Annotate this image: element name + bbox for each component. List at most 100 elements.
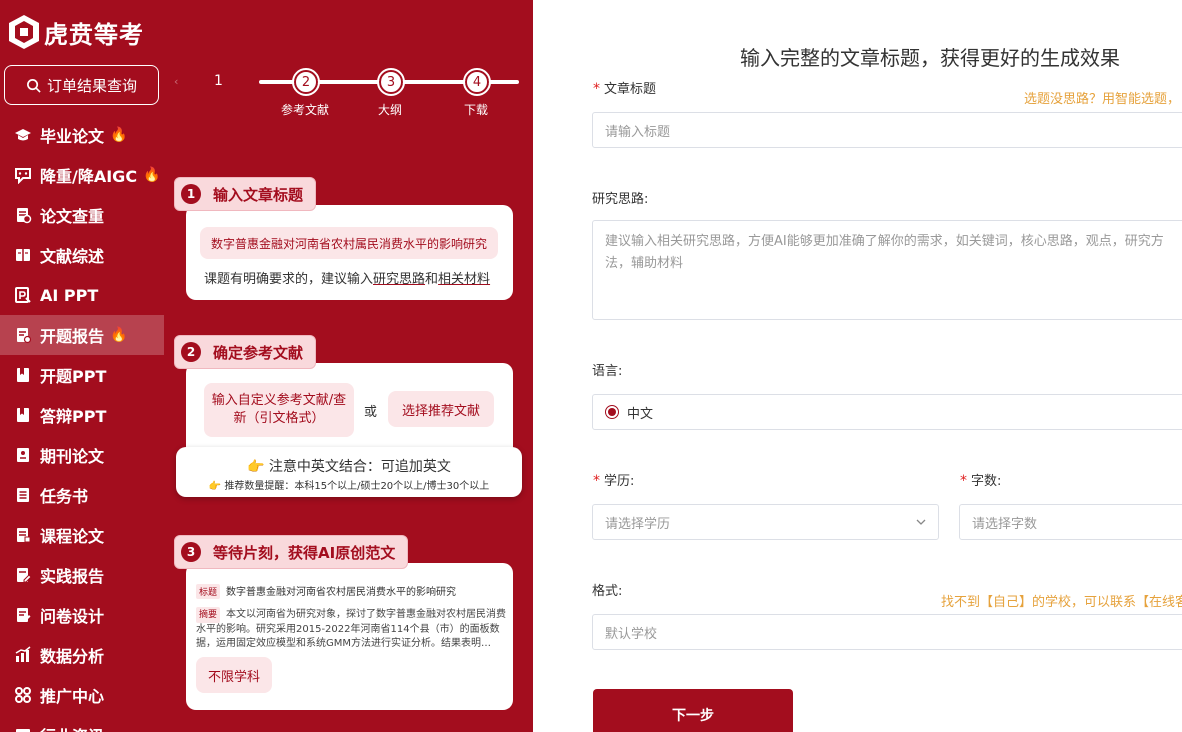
news-icon <box>14 726 32 732</box>
step-progress: ‹ 1 2 3 4 参考文献 大纲 下载 <box>164 68 533 120</box>
card1-note: 课题有明确要求的，建议输入研究思路和相关材料 <box>204 268 490 287</box>
word-count-select[interactable]: 请选择字数 <box>959 504 1182 540</box>
or-text: 或 <box>364 405 378 420</box>
card1-note-and: 和 <box>425 272 439 287</box>
bookmark-icon <box>14 406 32 424</box>
step-number-badge: 1 <box>181 184 201 204</box>
education-label-text: 学历: <box>604 474 635 489</box>
format-input[interactable]: 默认学校 <box>592 614 1182 650</box>
radio-selected-icon <box>605 405 619 419</box>
guide-card-3: 标题 数字普惠金融对河南省农村居民消费水平的影响研究 摘要 本文以河南省为研究对象，… <box>186 563 513 710</box>
fire-icon: 🔥 <box>110 327 128 343</box>
form-heading: 输入完整的文章标题，获得更好的生成效果 <box>740 46 1120 70</box>
word-count-label: * 字数: <box>960 470 1001 489</box>
sidebar-item-journal-paper[interactable]: 期刊论文 <box>0 435 164 475</box>
chevron-down-icon <box>916 519 926 525</box>
title-label-text: 文章标题 <box>604 82 657 97</box>
step-4-label: 下载 <box>463 103 488 117</box>
sidebar-item-course-paper[interactable]: 课程论文 <box>0 515 164 555</box>
guide-card-3-title: 3 等待片刻，获得AI原创范文 <box>174 535 409 569</box>
logo-icon <box>9 15 39 49</box>
education-label: * 学历: <box>593 470 634 489</box>
sample-title-row: 标题 数字普惠金融对河南省农村居民消费水平的影响研究 <box>196 583 456 599</box>
abstract-tag: 摘要 <box>196 607 221 623</box>
tip-subtitle: 👉 推荐数量提醒：本科15个以上/硕士20个以上/博士30个以上 <box>208 481 490 492</box>
sidebar-item-industry-news[interactable]: 行业资讯 <box>0 715 164 732</box>
fire-icon: 🔥 <box>110 127 128 143</box>
language-option-chinese[interactable]: 中文 <box>592 394 1182 430</box>
school-contact-hint[interactable]: 找不到【自己】的学校，可以联系【在线客服】 <box>941 591 1182 610</box>
sidebar-item-plagiarism-check[interactable]: 论文查重 <box>0 195 164 235</box>
sidebar-item-label: 数据分析 <box>40 647 105 666</box>
sidebar-nav: 毕业论文 🔥 降重/降AIGC 🔥 论文查重 文献综述 AI PPT 开题报告 … <box>0 115 164 732</box>
sidebar-item-promotion-center[interactable]: 推广中心 <box>0 675 164 715</box>
sidebar-item-label: 开题报告 <box>40 327 105 346</box>
journal-icon <box>14 446 32 464</box>
language-label: 语言: <box>592 364 623 379</box>
education-select[interactable]: 请选择学历 <box>592 504 939 540</box>
sidebar-item-defense-ppt[interactable]: 答辩PPT <box>0 395 164 435</box>
guide-card-1: 数字普惠金融对河南省农村属民消费水平的影响研究 课题有明确要求的，建议输入研究思… <box>186 205 513 300</box>
card1-note-link1: 研究思路 <box>373 272 426 287</box>
idea-label: 研究思路: <box>592 192 649 207</box>
order-query-button[interactable]: 订单结果查询 <box>4 65 159 105</box>
survey-icon <box>14 606 32 624</box>
title-input[interactable]: 请输入标题 <box>592 112 1182 148</box>
guide-card-2: 输入自定义参考文献/查新（引文格式） 或 选择推荐文献 <box>186 363 513 458</box>
subject-pill: 不限学科 <box>196 657 272 693</box>
tip-title: 👉 注意中英文结合：可追加英文 <box>247 459 451 475</box>
sidebar-item-label: 期刊论文 <box>40 447 105 466</box>
idea-textarea[interactable]: 建议输入相关研究思路，方便AI能够更加准确了解你的需求，如关键词，核心思路，观点… <box>592 220 1182 320</box>
edit-doc-icon <box>14 566 32 584</box>
grid-icon <box>14 686 32 704</box>
sidebar-item-graduation-thesis[interactable]: 毕业论文 🔥 <box>0 115 164 155</box>
sidebar-item-dedup[interactable]: 降重/降AIGC 🔥 <box>0 155 164 195</box>
main-form: 输入完整的文章标题，获得更好的生成效果 * 文章标题 选题没思路？用智能选题， 请… <box>533 0 1182 732</box>
sidebar-item-label: 降重/降AIGC <box>40 167 138 186</box>
step-number-badge: 3 <box>181 542 201 562</box>
report-icon <box>14 326 32 344</box>
language-value: 中文 <box>627 406 654 422</box>
recommended-reference-pill: 选择推荐文献 <box>388 391 494 427</box>
card1-note-prefix: 课题有明确要求的，建议输入 <box>204 272 374 287</box>
next-step-button[interactable]: 下一步 <box>593 689 793 732</box>
card1-note-link2: 相关材料 <box>438 272 491 287</box>
required-mark: * <box>593 473 600 489</box>
sidebar-item-proposal-report[interactable]: 开题报告 🔥 <box>0 315 164 355</box>
example-title-pill: 数字普惠金融对河南省农村属民消费水平的影响研究 <box>200 227 498 259</box>
search-icon <box>27 78 41 93</box>
sidebar-item-survey-design[interactable]: 问卷设计 <box>0 595 164 635</box>
brand-name: 虎贲等考 <box>44 19 144 49</box>
format-label: 格式: <box>592 584 623 599</box>
sample-abstract: 摘要 本文以河南省为研究对象，探讨了数字普惠金融对农村居民消费水平的影响。研究采用… <box>196 607 506 651</box>
sidebar-item-proposal-ppt[interactable]: 开题PPT <box>0 355 164 395</box>
step-3[interactable]: 3 <box>377 68 405 96</box>
step-4[interactable]: 4 <box>463 68 491 96</box>
chart-icon <box>14 646 32 664</box>
fire-icon: 🔥 <box>143 167 161 183</box>
document-icon <box>14 526 32 544</box>
sidebar-item-label: 任务书 <box>40 487 89 506</box>
sidebar-item-practice-report[interactable]: 实践报告 <box>0 555 164 595</box>
step-2-label: 参考文献 <box>280 103 329 117</box>
step-3-label: 大纲 <box>377 103 402 117</box>
sidebar-item-task-book[interactable]: 任务书 <box>0 475 164 515</box>
reference-tip-card: 👉 注意中英文结合：可追加英文 👉 推荐数量提醒：本科15个以上/硕士20个以上… <box>176 447 522 497</box>
chat-icon <box>14 166 32 184</box>
step-2[interactable]: 2 <box>292 68 320 96</box>
sidebar-item-label: 文献综述 <box>40 247 105 266</box>
sidebar-item-data-analysis[interactable]: 数据分析 <box>0 635 164 675</box>
sidebar-item-label: 推广中心 <box>40 687 105 706</box>
required-mark: * <box>960 473 967 489</box>
graduation-cap-icon <box>14 126 32 144</box>
custom-reference-pill: 输入自定义参考文献/查新（引文格式） <box>204 383 354 437</box>
sidebar-item-label: 实践报告 <box>40 567 105 586</box>
sidebar-item-ai-ppt[interactable]: AI PPT <box>0 275 164 315</box>
brand-logo[interactable]: 虎贲等考 <box>8 12 144 52</box>
guide-card-2-title: 2 确定参考文献 <box>174 335 317 369</box>
sidebar-item-literature-review[interactable]: 文献综述 <box>0 235 164 275</box>
smart-topic-link[interactable]: 选题没思路？用智能选题， <box>1024 88 1180 107</box>
sidebar-item-label: 答辩PPT <box>40 407 107 426</box>
guide-card-1-title-text: 输入文章标题 <box>213 185 304 204</box>
document-check-icon <box>14 206 32 224</box>
